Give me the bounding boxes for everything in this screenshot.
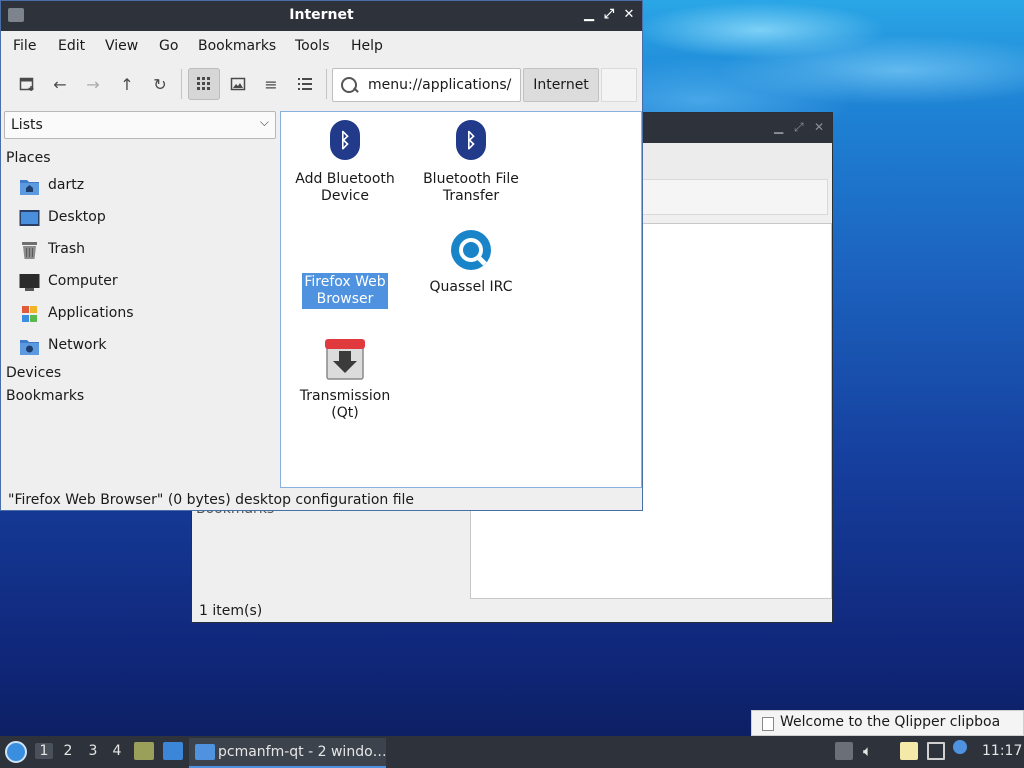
taskbar-button-pcmanfm[interactable]: pcmanfm-qt - 2 windo… <box>189 738 387 768</box>
desktop-switch-1[interactable]: 1 <box>35 743 53 759</box>
breadcrumb-empty <box>601 68 637 102</box>
minimize-icon[interactable]: ▁ <box>774 120 783 134</box>
transmission-icon <box>323 337 367 381</box>
file-icon-view[interactable]: ᛒ Add Bluetooth Device ᛒ Bluetooth File Tr… <box>280 111 642 488</box>
maximize-icon[interactable]: ⤢ <box>794 120 804 135</box>
path-bar[interactable]: menu://applications/ <box>332 68 521 102</box>
compact-view-button[interactable]: ≡ <box>255 68 287 100</box>
sidebar-item-desktop[interactable]: Desktop <box>19 207 269 231</box>
clock[interactable]: 11:17 <box>982 743 1022 759</box>
menu-tools[interactable]: Tools <box>295 38 330 54</box>
back-button[interactable]: ← <box>44 68 76 100</box>
detailed-list-icon <box>298 78 312 90</box>
quassel-icon <box>449 228 493 272</box>
tray-arrow-icon[interactable] <box>835 742 853 760</box>
detailed-view-button[interactable] <box>289 68 321 100</box>
search-icon <box>341 77 357 93</box>
toolbar-separator <box>181 69 182 99</box>
clipboard-tray-icon[interactable] <box>900 742 918 760</box>
bluetooth-icon: ᛒ <box>449 120 493 164</box>
list-icon: ≡ <box>264 74 278 94</box>
clipboard-notification[interactable]: Welcome to the Qlipper clipboa <box>751 710 1024 736</box>
image-icon <box>230 77 246 91</box>
desktop-icon <box>19 210 40 226</box>
close-icon[interactable]: ✕ <box>620 6 638 24</box>
clipboard-icon <box>762 717 774 731</box>
minimize-icon[interactable]: ▁ <box>580 6 598 24</box>
chevron-down-icon: ⌵ <box>259 115 269 129</box>
window-titlebar[interactable]: Internet ▁ ⤢ ✕ <box>1 1 642 31</box>
background-window-menubar <box>642 143 832 179</box>
menu-file[interactable]: File <box>13 38 36 54</box>
taskbar-button-label: pcmanfm-qt - 2 windo… <box>218 744 387 760</box>
notification-text: Welcome to the Qlipper clipboa <box>780 714 1001 730</box>
places-heading[interactable]: Places <box>6 150 51 166</box>
path-text: menu://applications/ <box>368 77 512 93</box>
list-item-bluetooth-file-transfer[interactable]: ᛒ Bluetooth File Transfer <box>410 120 532 206</box>
arrow-right-icon: → <box>86 74 100 94</box>
bookmarks-heading[interactable]: Bookmarks <box>6 388 84 404</box>
up-button[interactable]: ↑ <box>111 68 143 100</box>
file-manager-window[interactable]: Internet ▁ ⤢ ✕ File Edit View Go Bookmar… <box>0 0 643 511</box>
menu-help[interactable]: Help <box>351 38 383 54</box>
applications-icon <box>22 306 37 322</box>
background-window-status: 1 item(s) <box>199 603 263 619</box>
bluetooth-icon: ᛒ <box>323 120 367 164</box>
update-notifier-icon[interactable] <box>953 740 967 754</box>
folder-icon <box>195 744 215 760</box>
sidebar-item-computer[interactable]: Computer <box>19 271 269 295</box>
file-manager-launch-icon[interactable] <box>134 742 154 760</box>
menu-edit[interactable]: Edit <box>58 38 85 54</box>
menu-bookmarks[interactable]: Bookmarks <box>198 38 276 54</box>
forward-button[interactable]: → <box>77 68 109 100</box>
desktop-switch-3[interactable]: 3 <box>84 743 102 759</box>
devices-heading[interactable]: Devices <box>6 365 61 381</box>
menu-view[interactable]: View <box>105 38 138 54</box>
sidebar-item-applications[interactable]: Applications <box>19 303 269 327</box>
sidebar-item-dartz[interactable]: dartz <box>19 175 269 199</box>
list-item-firefox-web-browser[interactable]: Firefox Web Browser <box>284 273 406 309</box>
reload-button[interactable]: ↻ <box>144 68 176 100</box>
close-icon[interactable]: ✕ <box>814 120 824 134</box>
sidebar-item-network[interactable]: Network <box>19 335 269 359</box>
arrow-up-icon: ↑ <box>120 74 134 94</box>
volume-icon[interactable]: 🔈︎ <box>863 742 881 760</box>
show-desktop-icon[interactable] <box>163 742 183 760</box>
thumbnail-view-button[interactable] <box>222 68 254 100</box>
new-window-icon <box>19 77 34 91</box>
side-pane-mode: Lists <box>11 117 43 133</box>
menubar: File Edit View Go Bookmarks Tools Help <box>1 31 642 61</box>
computer-icon <box>19 274 40 291</box>
sidebar-item-trash[interactable]: Trash <box>19 239 269 263</box>
background-window-toolbar <box>642 179 828 215</box>
home-folder-icon <box>20 180 39 195</box>
toolbar-separator <box>326 69 327 99</box>
trash-icon <box>22 242 37 259</box>
list-item-add-bluetooth-device[interactable]: ᛒ Add Bluetooth Device <box>284 120 406 206</box>
menu-go[interactable]: Go <box>159 38 178 54</box>
app-menu-launcher-icon[interactable] <box>5 741 27 763</box>
desktop-switch-4[interactable]: 4 <box>108 743 126 759</box>
toolbar: ← → ↑ ↻ ≡ menu://applications/ Internet <box>1 63 642 107</box>
grid-icon <box>197 77 210 90</box>
side-pane-mode-select[interactable]: Lists ⌵ <box>4 111 276 139</box>
icon-view-button[interactable] <box>188 68 220 100</box>
list-item-transmission-qt[interactable]: Transmission (Qt) <box>284 337 406 423</box>
network-icon <box>20 340 39 355</box>
arrow-left-icon: ← <box>53 74 67 94</box>
taskbar-panel: 1 2 3 4 pcmanfm-qt - 2 windo… 🔈︎ 11:17 <box>0 736 1024 768</box>
reload-icon: ↻ <box>153 74 167 94</box>
network-tray-icon[interactable] <box>927 742 945 760</box>
desktop-switch-2[interactable]: 2 <box>59 743 77 759</box>
breadcrumb-internet[interactable]: Internet <box>523 68 599 102</box>
status-bar: "Firefox Web Browser" (0 bytes) desktop … <box>8 492 415 508</box>
new-window-button[interactable] <box>11 68 43 100</box>
maximize-icon[interactable]: ⤢ <box>600 6 618 24</box>
list-item-quassel-irc[interactable]: Quassel IRC <box>410 228 532 297</box>
window-title: Internet <box>289 7 354 23</box>
